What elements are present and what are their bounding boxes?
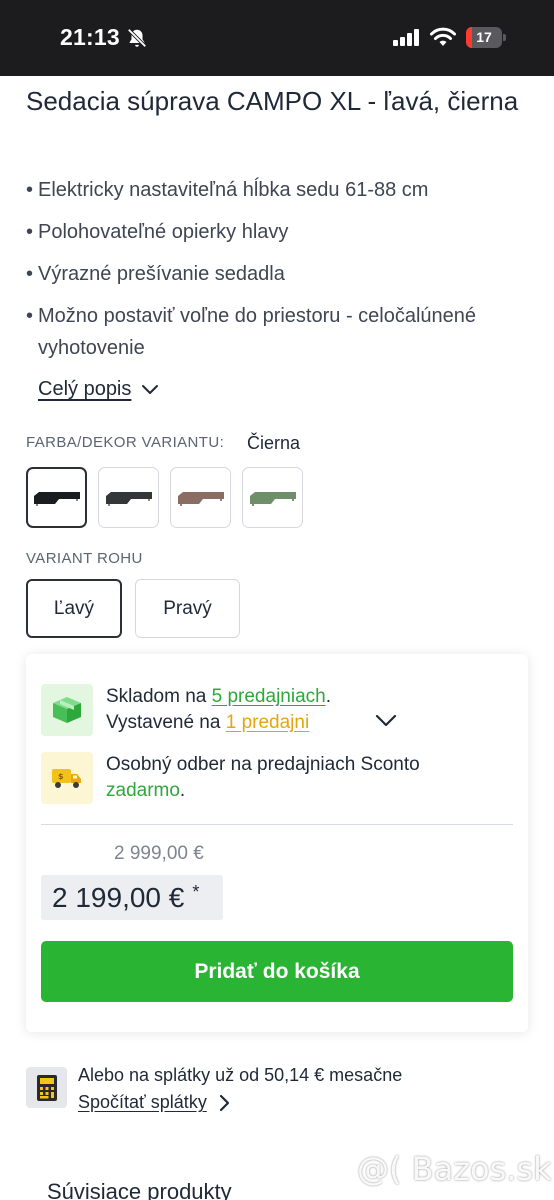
- old-price: 2 999,00 €: [114, 843, 204, 864]
- product-title: Sedacia súprava CAMPO XL - ľavá, čierna: [26, 86, 519, 116]
- feature-item: Možno postaviť voľne do priestoru - celo…: [26, 300, 526, 364]
- current-price-box: 2 199,00 € *: [41, 875, 223, 920]
- calculate-installments-label: Spočítať splátky: [78, 1092, 207, 1112]
- price-asterisk: *: [192, 882, 200, 902]
- color-variant-label: FARBA/DEKOR VARIANTU:: [26, 434, 225, 451]
- add-to-cart-button[interactable]: Pridať do košíka: [41, 941, 513, 1002]
- sofa-thumbnail-icon: [105, 491, 152, 506]
- box-icon-container: [41, 684, 93, 736]
- color-variant-value: Čierna: [247, 433, 301, 453]
- color-swatch-dark-grey[interactable]: [98, 467, 159, 528]
- display-stores-link[interactable]: 1 predajni: [226, 712, 309, 733]
- chevron-right-icon: [219, 1094, 229, 1111]
- pickup-text: Osobný odber na predajniach Sconto: [106, 754, 420, 775]
- corner-options: Ľavý Pravý: [26, 579, 240, 638]
- delivery-truck-icon: $: [52, 769, 81, 788]
- wifi-icon: [430, 27, 456, 46]
- sofa-thumbnail-icon: [33, 491, 80, 506]
- calculator-icon: [36, 1074, 57, 1101]
- stock-prefix: Skladom na: [106, 686, 212, 707]
- installment-text: Alebo na splátky už od 50,14 € mesačne: [78, 1065, 403, 1085]
- card-divider: [41, 824, 513, 825]
- stock-stores-link[interactable]: 5 predajniach: [212, 686, 326, 707]
- feature-item: Polohovateľné opierky hlavy: [26, 216, 526, 248]
- bell-slash-icon: [127, 28, 147, 48]
- related-products-heading: Súvisiace produkty: [47, 1179, 232, 1200]
- battery-icon: 17: [466, 27, 506, 48]
- calculate-installments-link[interactable]: Spočítať splátky: [78, 1092, 230, 1113]
- status-bar: 21:13 17: [0, 0, 554, 76]
- cellular-signal-icon: [393, 29, 419, 46]
- full-description-label: Celý popis: [38, 378, 132, 400]
- chevron-down-icon: [142, 384, 159, 394]
- calculator-icon-container: [26, 1067, 67, 1108]
- color-swatch-black[interactable]: [26, 467, 87, 528]
- corner-option-left[interactable]: Ľavý: [26, 579, 122, 638]
- stock-availability: Skladom na 5 predajniach. Vystavené na 1…: [41, 684, 331, 736]
- pickup-suffix: .: [179, 780, 186, 801]
- current-price: 2 199,00 €: [52, 881, 185, 913]
- pickup-free-highlight: zadarmo: [106, 780, 180, 801]
- sofa-thumbnail-icon: [177, 491, 224, 506]
- package-box-icon: [53, 697, 81, 723]
- corner-variant-label: VARIANT ROHU: [26, 550, 143, 567]
- sofa-thumbnail-icon: [249, 491, 296, 506]
- battery-level: 17: [476, 29, 492, 45]
- stock-suffix: .: [325, 686, 331, 707]
- feature-list: Elektricky nastaviteľná hĺbka sedu 61-88…: [26, 174, 526, 374]
- truck-icon-container: $: [41, 752, 93, 804]
- pickup-info: $ Osobný odber na predajniach Sconto zad…: [41, 752, 420, 804]
- bazos-watermark-logo: @( Bazos.sk: [357, 1150, 552, 1188]
- color-swatches: [26, 467, 303, 528]
- display-prefix: Vystavené na: [106, 712, 226, 733]
- purchase-card: Skladom na 5 predajniach. Vystavené na 1…: [26, 654, 528, 1032]
- color-swatch-brown[interactable]: [170, 467, 231, 528]
- corner-option-right[interactable]: Pravý: [135, 579, 240, 638]
- svg-text:$: $: [58, 772, 64, 781]
- full-description-link[interactable]: Celý popis: [38, 378, 159, 401]
- color-swatch-green[interactable]: [242, 467, 303, 528]
- feature-item: Elektricky nastaviteľná hĺbka sedu 61-88…: [26, 174, 526, 206]
- expand-availability-chevron-icon[interactable]: [375, 714, 397, 728]
- feature-item: Výrazné prešívanie sedadla: [26, 258, 526, 290]
- status-time: 21:13: [60, 24, 120, 50]
